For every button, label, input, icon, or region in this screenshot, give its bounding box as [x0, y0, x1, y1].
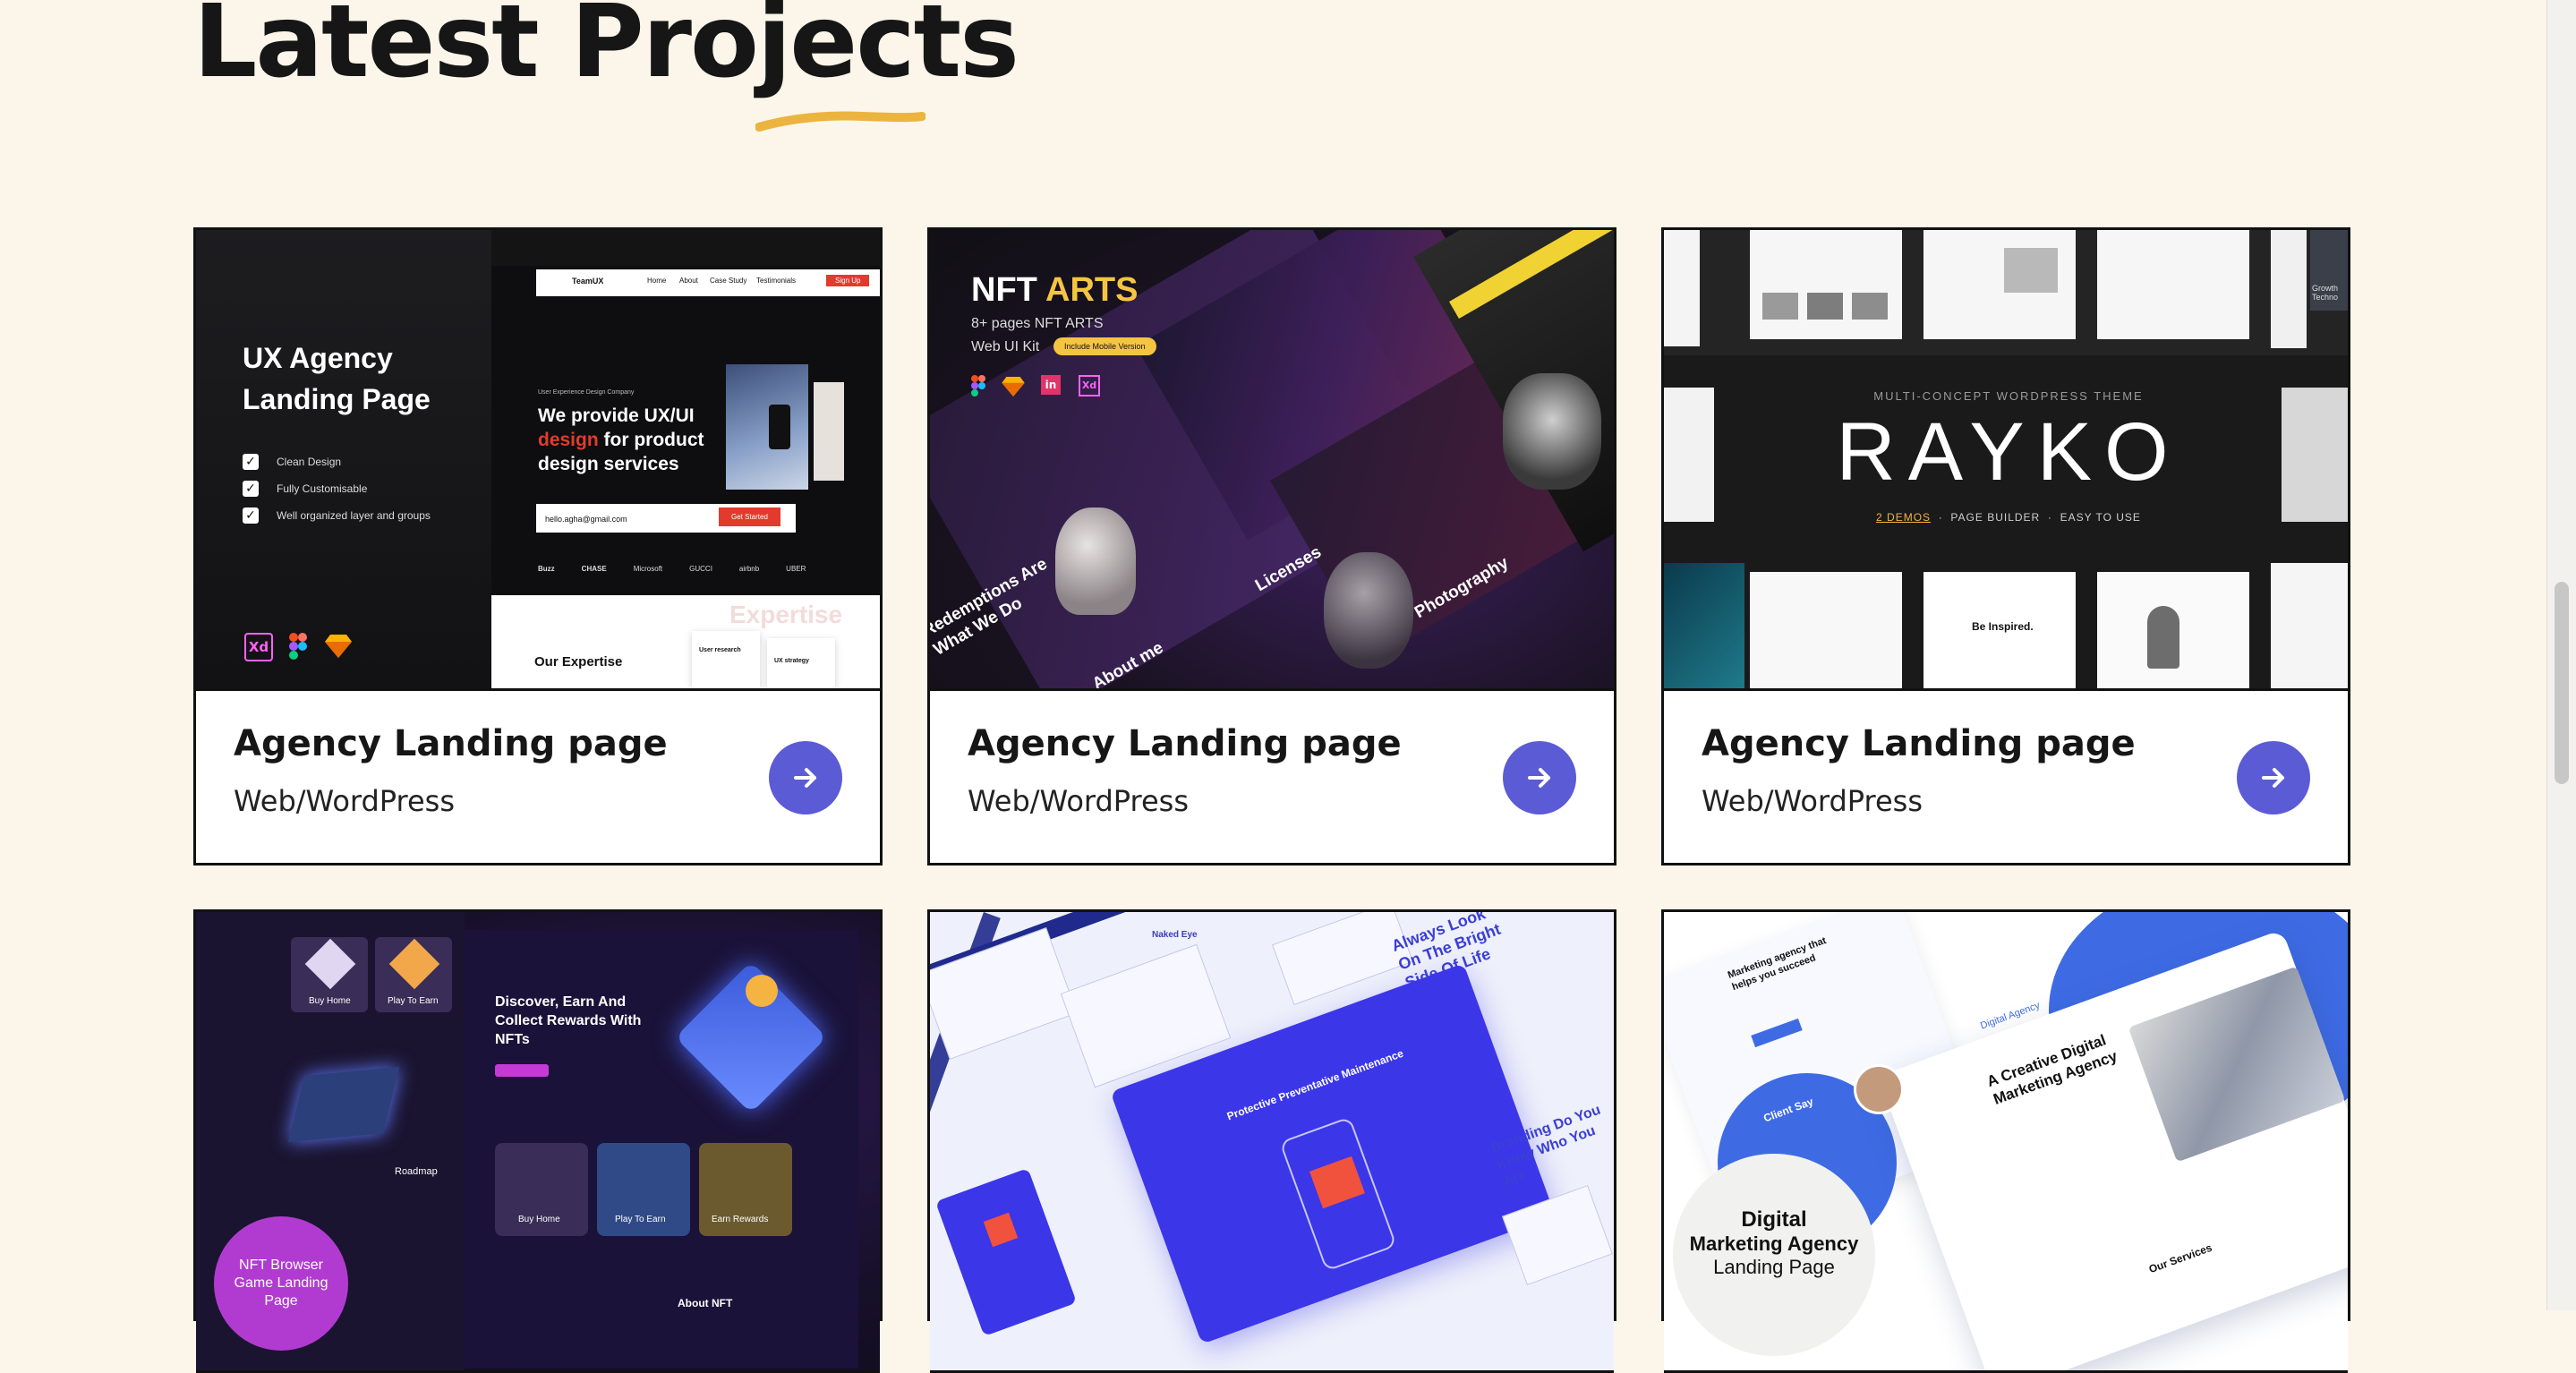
project-card[interactable]: Naked Eye Always Look On The Bright Side…	[927, 909, 1616, 1373]
thumb-tile-label: Buy Home	[518, 1215, 560, 1224]
card-body: Agency Landing page Web/WordPress	[1664, 691, 2348, 863]
card-subtitle: Web/WordPress	[968, 784, 1190, 818]
card-subtitle: Web/WordPress	[234, 784, 456, 818]
project-card[interactable]: Buy Home Play To Earn Roadmap Discover, …	[193, 909, 883, 1373]
mockup-eyebrow: User Experience Design Company	[538, 389, 635, 396]
feature-item: Clean Design	[277, 456, 342, 468]
thumb-tile-label: Play To Earn	[388, 996, 439, 1006]
thumb-tag: EASY TO USE	[2060, 511, 2141, 524]
mockup-nav-button: Sign Up	[826, 275, 870, 286]
thumb-badge: Include Mobile Version	[1053, 337, 1156, 355]
mockup-logo: Microsoft	[633, 565, 663, 573]
xd-icon: Xd	[244, 633, 273, 661]
hero-accent: design	[538, 430, 599, 450]
thumb-tile-label: Buy Home	[309, 996, 351, 1006]
headline-part: ARTS	[1045, 271, 1139, 309]
thumb-roadmap: Roadmap	[395, 1166, 438, 1177]
card-title: Agency Landing page	[1702, 723, 2136, 764]
project-card[interactable]: Growth Techno MULTI-CONCEPT WORDPRESS TH…	[1661, 227, 2350, 866]
thumb-line: 8+ pages NFT ARTS	[971, 316, 1104, 331]
mockup-photo	[726, 364, 808, 490]
thumb-tag: PAGE BUILDER	[1950, 511, 2041, 524]
project-thumbnail[interactable]: Buy Home Play To Earn Roadmap Discover, …	[196, 912, 880, 1373]
figma-icon	[971, 375, 985, 397]
open-project-button[interactable]	[2237, 741, 2310, 814]
card-title: Agency Landing page	[234, 723, 668, 764]
figma-icon	[289, 633, 307, 660]
card-body: Agency Landing page Web/WordPress	[196, 691, 880, 863]
mockup-logo: Buzz	[538, 565, 555, 573]
open-project-button[interactable]	[769, 741, 842, 814]
thumb-tile-label: Play To Earn	[615, 1215, 666, 1224]
thumb-tile-label: Earn Rewards	[712, 1215, 769, 1224]
mockup-email-button: Get Started	[719, 507, 780, 526]
mockup-section-heading: Our Expertise	[534, 654, 623, 669]
headline-part: NFT	[971, 271, 1037, 309]
section-title: Latest Projects	[193, 0, 1019, 100]
thumb-headline: NFT ARTS	[971, 271, 1138, 310]
mockup-mini-card: User research	[699, 647, 741, 653]
project-thumbnail[interactable]: Growth Techno MULTI-CONCEPT WORDPRESS TH…	[1664, 230, 2348, 691]
thumb-kicker: MULTI-CONCEPT WORDPRESS THEME	[1873, 389, 2144, 403]
feature-item: Fully Customisable	[277, 482, 368, 495]
thumb-tags: 2 DEMOS · PAGE BUILDER · EASY TO USE	[1876, 511, 2141, 524]
mockup-nav: Home	[647, 277, 667, 285]
card-title: Agency Landing page	[968, 723, 1402, 764]
mockup-logo: GUCCI	[689, 565, 712, 573]
hero-line: for product	[603, 430, 704, 450]
page-scrollbar[interactable]	[2546, 0, 2576, 1310]
thumb-round-badge: NFT Browser Game Landing Page	[214, 1216, 348, 1351]
mockup-hero: We provide UX/UI design for product desi…	[538, 404, 735, 476]
mockup-email: hello.agha@gmail.com	[545, 515, 627, 524]
project-thumbnail[interactable]: UX Agency Landing Page ✓ Clean Design ✓ …	[196, 230, 880, 691]
thumb-corner-text: Growth Techno	[2312, 284, 2339, 302]
thumb-tag: 2 DEMOS	[1876, 511, 1932, 524]
mockup-nav: Testimonials	[756, 277, 797, 285]
hero-line: design services	[538, 454, 679, 474]
xd-icon: Xd	[1079, 375, 1100, 397]
project-card[interactable]: NFT ARTS 8+ pages NFT ARTS Web UI Kit In…	[927, 227, 1616, 866]
card-body: Agency Landing page Web/WordPress	[930, 691, 1614, 863]
arrow-right-icon	[1528, 768, 1550, 788]
thumb-hero: Discover, Earn And Collect Rewards With …	[495, 994, 642, 1047]
project-card[interactable]: UX Agency Landing Page ✓ Clean Design ✓ …	[193, 227, 883, 866]
project-thumbnail[interactable]: Naked Eye Always Look On The Bright Side…	[930, 912, 1614, 1373]
thumb-line: Web UI Kit	[971, 339, 1040, 354]
mockup-logo: CHASE	[581, 565, 607, 573]
thumb-badge-line: Marketing Agency	[1689, 1232, 1859, 1255]
open-project-button[interactable]	[1503, 741, 1576, 814]
scrollbar-thumb[interactable]	[2555, 582, 2569, 784]
thumb-label: Naked Eye	[1152, 930, 1198, 940]
project-thumbnail[interactable]: Marketing agency that helps you succeed …	[1664, 912, 2348, 1373]
thumb-headline: UX Agency Landing Page	[243, 342, 431, 415]
card-subtitle: Web/WordPress	[1702, 784, 1923, 818]
mockup-bg-word: Expertise	[729, 601, 843, 628]
thumb-logo: RAYKO	[1836, 406, 2181, 498]
mockup-brand: TeamUX	[572, 277, 604, 286]
sketch-icon	[1002, 377, 1025, 397]
arrow-right-icon	[2262, 768, 2284, 788]
title-underline	[755, 111, 925, 132]
thumb-badge-line: Landing Page	[1713, 1256, 1835, 1278]
thumb-round-badge: Digital Marketing Agency Landing Page	[1673, 1154, 1875, 1356]
sketch-icon	[325, 635, 352, 658]
thumb-badge-text: NFT Browser Game Landing Page	[234, 1258, 328, 1309]
thumb-about: About NFT	[678, 1297, 733, 1309]
mockup-nav: About	[679, 277, 698, 285]
hero-line: We provide UX/UI	[538, 405, 695, 426]
thumb-mockup-text: Be Inspired.	[1972, 620, 2034, 633]
invision-icon: in	[1041, 375, 1061, 395]
mockup-mini-card: UX strategy	[774, 658, 809, 664]
mockup-logo: airbnb	[738, 565, 760, 573]
project-card[interactable]: Marketing agency that helps you succeed …	[1661, 909, 2350, 1373]
mockup-nav: Case Study	[710, 277, 747, 285]
feature-item: Well organized layer and groups	[277, 509, 431, 522]
project-thumbnail[interactable]: NFT ARTS 8+ pages NFT ARTS Web UI Kit In…	[930, 230, 1614, 691]
thumb-badge-line: Digital	[1741, 1207, 1807, 1232]
mockup-logo: UBER	[786, 565, 806, 573]
arrow-right-icon	[794, 768, 816, 788]
